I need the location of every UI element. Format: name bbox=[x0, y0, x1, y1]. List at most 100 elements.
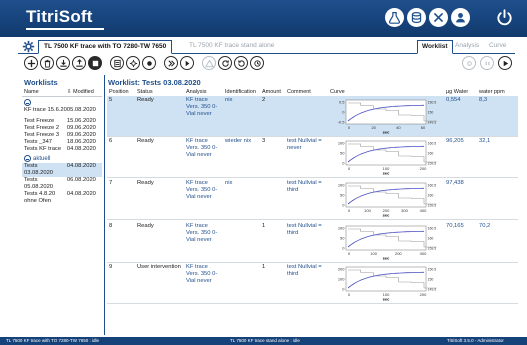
database-icon[interactable] bbox=[407, 8, 426, 27]
power-icon[interactable] bbox=[495, 8, 514, 27]
x-axis-label: sec bbox=[383, 130, 390, 135]
col-status[interactable]: Status bbox=[137, 89, 153, 95]
cell-position: 8 bbox=[109, 223, 113, 229]
curve-thumbnail[interactable]: 100 50 0 160.5 160 159.5 0 100 200 300 sec bbox=[330, 222, 442, 260]
user-icon[interactable] bbox=[451, 8, 470, 27]
tab-analysis[interactable]: Analysis bbox=[451, 40, 483, 54]
x-axis-label: sec bbox=[383, 213, 390, 218]
plot-frame bbox=[345, 140, 427, 166]
collapse-icon[interactable] bbox=[24, 99, 31, 106]
cell-ug-water: 97,438 bbox=[446, 180, 464, 186]
x-tick-label: 400 bbox=[420, 208, 427, 213]
cell-position: 5 bbox=[109, 97, 113, 103]
list-item[interactable]: Tests _347 18.06.2020 bbox=[22, 139, 102, 146]
col-water-ppm[interactable]: water ppm bbox=[479, 89, 505, 95]
col-name[interactable]: Name bbox=[24, 89, 67, 95]
list-item[interactable]: Test Freeze 2 09.06.2020 bbox=[22, 125, 102, 132]
collapse-icon[interactable] bbox=[24, 155, 31, 162]
clock-icon[interactable] bbox=[250, 56, 264, 70]
right-tick-label: 150.5 bbox=[428, 268, 437, 272]
x-tick-label: 60 bbox=[421, 125, 426, 130]
cell-position: 6 bbox=[109, 138, 113, 144]
undo-icon[interactable] bbox=[234, 56, 248, 70]
run-sequence-icon[interactable] bbox=[164, 56, 178, 70]
cell-status: Ready bbox=[137, 180, 154, 186]
group-toggle[interactable] bbox=[22, 97, 102, 106]
flask-icon[interactable] bbox=[385, 8, 404, 27]
y-tick-label: 0 bbox=[342, 161, 345, 166]
x-tick-label: 20 bbox=[371, 125, 376, 130]
settings-gear-icon[interactable] bbox=[22, 40, 35, 53]
list-item[interactable]: Tests 05.08.2020 06.08.2020 bbox=[22, 177, 102, 191]
table-row[interactable]: 8 Ready KF trace Vers. 350 0-Vial never 1 te… bbox=[107, 222, 518, 262]
x-tick-label: 0 bbox=[348, 208, 351, 213]
method-icon[interactable] bbox=[142, 56, 156, 70]
y-tick-label: 0 bbox=[342, 287, 345, 292]
list-item[interactable]: Test Freeze 15.06.2020 bbox=[22, 118, 102, 125]
col-position[interactable]: Position bbox=[109, 89, 129, 95]
tab-worklist[interactable]: Worklist bbox=[417, 40, 453, 54]
curve-thumbnail[interactable]: 0.5 0 -0.5 150.5 150 149.5 0 20 40 60 sec bbox=[330, 96, 442, 134]
col-comment[interactable]: Comment bbox=[287, 89, 311, 95]
curve-thumbnail[interactable]: 100 50 0 160.5 160 159.5 0 100 200 sec bbox=[330, 137, 442, 175]
col-analysis[interactable]: Analysis bbox=[186, 89, 206, 95]
start-icon[interactable] bbox=[498, 56, 512, 70]
sample-settings-icon[interactable] bbox=[126, 56, 140, 70]
tab-device-with-oven[interactable]: TL 7500 KF trace with TO 7280-TW 7650 bbox=[38, 40, 173, 54]
cell-comment: test Nullvial = third bbox=[287, 223, 322, 236]
cell-comment: test Nullvial = third bbox=[287, 180, 322, 193]
panel-divider[interactable] bbox=[104, 75, 105, 335]
cell-identification: nix bbox=[225, 97, 233, 103]
list-item[interactable]: Tests 4.8.20 ohne Ofen 04.08.2020 bbox=[22, 191, 102, 205]
col-identification[interactable]: Identification bbox=[225, 89, 256, 95]
curve-thumbnail[interactable]: 200 100 0 150.5 150 149.5 0 100 200 sec bbox=[330, 263, 442, 301]
table-row[interactable]: 7 Ready KF trace Vers. 350 0-Vial never nix… bbox=[107, 179, 518, 219]
y-tick-label: 100 bbox=[338, 141, 345, 146]
worklists-panel: Worklists Name ⇩ Modified KF trace 15.6.… bbox=[22, 77, 102, 331]
run-single-icon[interactable] bbox=[180, 56, 194, 70]
pause-icon[interactable] bbox=[480, 56, 494, 70]
col-amount[interactable]: Amount bbox=[262, 89, 281, 95]
group-aktuell[interactable]: aktuell bbox=[22, 153, 102, 162]
row-separator bbox=[107, 219, 518, 220]
list-item[interactable]: Test Freeze 3 09.06.2020 bbox=[22, 132, 102, 139]
list-item[interactable]: Tests KF trace 04.08.2020 bbox=[22, 146, 102, 153]
table-row[interactable]: 9 User intervention KF trace Vers. 350 0-V… bbox=[107, 263, 518, 303]
col-ug-water[interactable]: µg Water bbox=[446, 89, 468, 95]
curve-thumbnail[interactable]: 100 50 0 160.5 160 159.5 0 100 200 300 400 sec bbox=[330, 179, 442, 217]
col-curve[interactable]: Curve bbox=[330, 89, 345, 95]
import-icon[interactable] bbox=[56, 56, 70, 70]
app-header: TitriSoft bbox=[0, 0, 527, 37]
save-icon[interactable] bbox=[88, 56, 102, 70]
status-bar: TL 7500 KF trace with TO 7280-TW 7650 : … bbox=[0, 337, 527, 345]
cell-ug-water: 70,165 bbox=[446, 223, 464, 229]
export-icon[interactable] bbox=[72, 56, 86, 70]
warning-icon[interactable] bbox=[202, 56, 216, 70]
worklists-header: Name ⇩ Modified bbox=[22, 88, 102, 97]
x-axis-label: sec bbox=[383, 256, 390, 261]
plot-frame bbox=[345, 225, 427, 251]
worklist-table: Worklist: Tests 03.08.2020 Position Stat… bbox=[107, 77, 518, 331]
y-tick-label: 0 bbox=[342, 246, 345, 251]
add-button[interactable] bbox=[24, 56, 38, 70]
report-icon[interactable] bbox=[110, 56, 124, 70]
y-tick-label: 0 bbox=[342, 110, 345, 115]
toolbar bbox=[18, 56, 515, 71]
tab-curve[interactable]: Curve bbox=[485, 40, 510, 54]
list-item-selected[interactable]: Tests 03.08.2020 04.08.2020 bbox=[22, 163, 102, 177]
tab-device-stand-alone[interactable]: TL 7500 KF trace stand alone bbox=[184, 40, 279, 54]
list-item[interactable]: KF trace 15.6.20 05.08.2020 bbox=[22, 107, 102, 114]
col-modified[interactable]: ⇩ Modified bbox=[67, 89, 100, 95]
worklist-title: Worklist: Tests 03.08.2020 bbox=[108, 78, 201, 87]
cell-identification: nix bbox=[225, 180, 233, 186]
x-tick-label: 200 bbox=[420, 166, 427, 171]
status-left: TL 7500 KF trace with TO 7280-TW 7650 : … bbox=[6, 338, 99, 343]
y-tick-label: 100 bbox=[338, 226, 345, 231]
tools-icon[interactable] bbox=[429, 8, 448, 27]
table-row[interactable]: 6 Ready KF trace Vers. 350 0-Vial never wie… bbox=[107, 137, 518, 177]
delete-icon[interactable] bbox=[40, 56, 54, 70]
refresh-icon[interactable] bbox=[218, 56, 232, 70]
stop-icon[interactable] bbox=[462, 56, 476, 70]
cell-water-ppm: 70,2 bbox=[479, 223, 491, 229]
table-row[interactable]: 5 Ready KF trace Vers. 350 0-Vial never nix… bbox=[107, 96, 518, 136]
